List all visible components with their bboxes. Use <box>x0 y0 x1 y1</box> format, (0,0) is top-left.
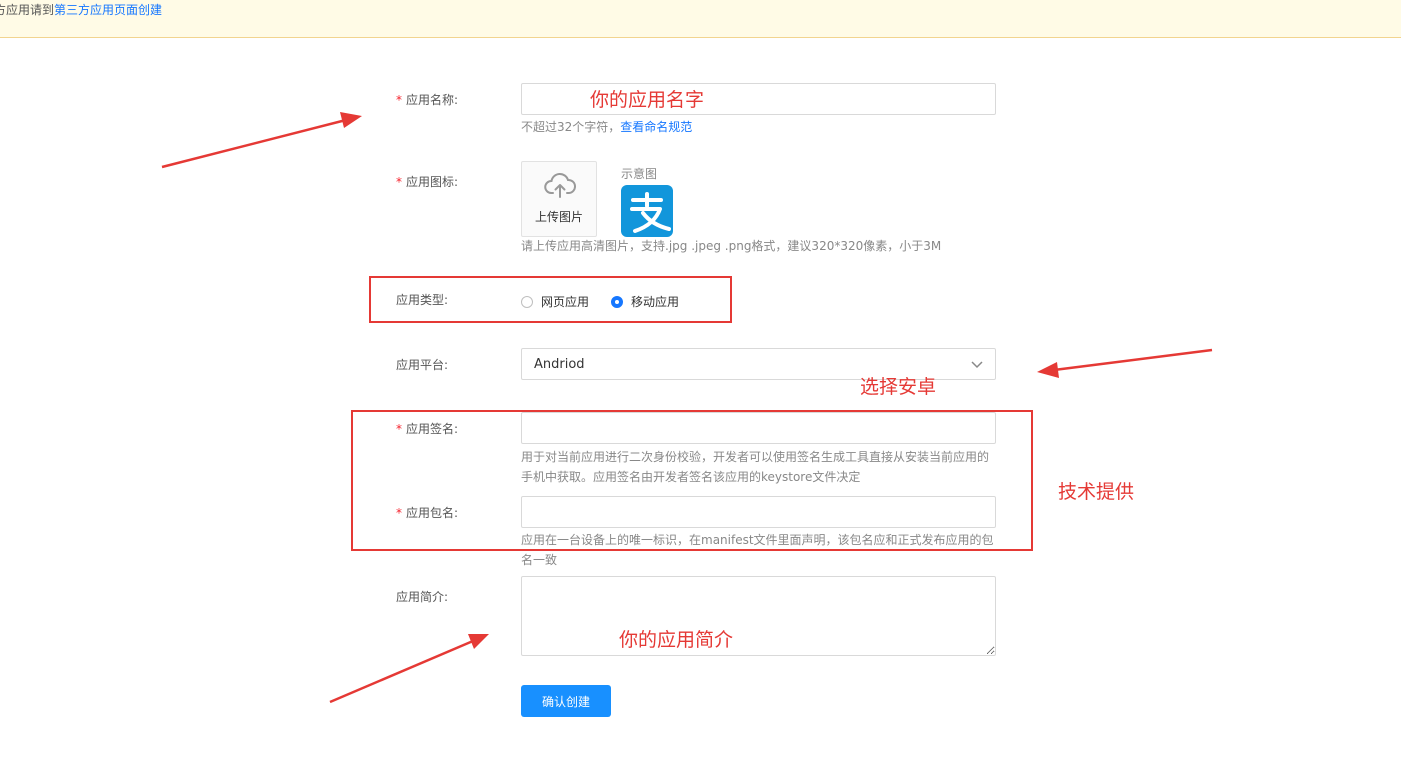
upload-image-label: 上传图片 <box>534 210 583 224</box>
arrow-to-platform-icon <box>1037 348 1213 378</box>
app-name-help: 不超过32个字符，查看命名规范 <box>521 120 693 134</box>
third-party-app-link[interactable]: 第三方应用页面创建 <box>54 3 162 17</box>
annotation-tech-hint: 技术提供 <box>1058 481 1135 503</box>
annotation-arrows <box>161 112 1213 704</box>
annotation-name-hint: 你的应用名字 <box>590 89 705 111</box>
sample-image-label: 示意图 <box>621 167 658 181</box>
annotation-box-app-type <box>369 276 732 323</box>
required-mark: * <box>396 93 402 107</box>
required-mark: * <box>396 175 402 189</box>
platform-selected-value: Andriod <box>534 357 585 372</box>
arrow-to-description-icon <box>329 634 489 704</box>
notice-bar: 方应用请到第三方应用页面创建 <box>0 0 1401 38</box>
app-description-label: 应用简介: <box>396 590 449 604</box>
app-icon-help: 请上传应用高清图片，支持.jpg .jpeg .png格式，建议320*320像… <box>521 239 942 253</box>
app-platform-label: 应用平台: <box>396 358 449 372</box>
chevron-down-icon <box>971 361 983 369</box>
naming-rules-link[interactable]: 查看命名规范 <box>620 120 692 134</box>
cloud-upload-icon <box>544 172 576 198</box>
app-icon-label: * 应用图标: <box>396 175 459 189</box>
annotation-box-signature-package <box>351 410 1033 551</box>
annotation-desc-hint: 你的应用简介 <box>619 629 734 651</box>
notice-text: 方应用请到第三方应用页面创建 <box>0 1 162 18</box>
notice-prefix: 方应用请到 <box>0 3 55 17</box>
confirm-create-button[interactable]: 确认创建 <box>521 685 611 717</box>
app-name-label: * 应用名称: <box>396 93 459 107</box>
app-description-textarea[interactable] <box>521 576 996 656</box>
upload-image-button[interactable]: 上传图片 <box>521 161 597 237</box>
alipay-sample-icon <box>621 185 673 237</box>
arrow-to-app-name-icon <box>161 112 362 169</box>
annotation-platform-hint: 选择安卓 <box>860 376 937 398</box>
